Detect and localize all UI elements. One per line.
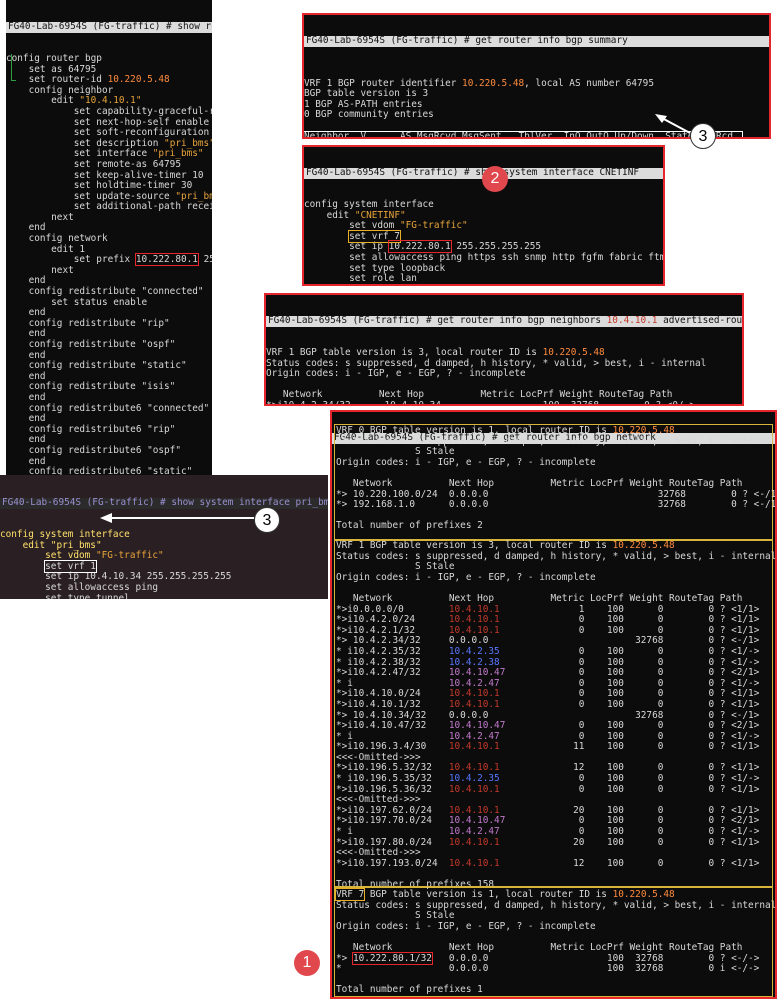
arrow-icon (100, 114, 691, 523)
